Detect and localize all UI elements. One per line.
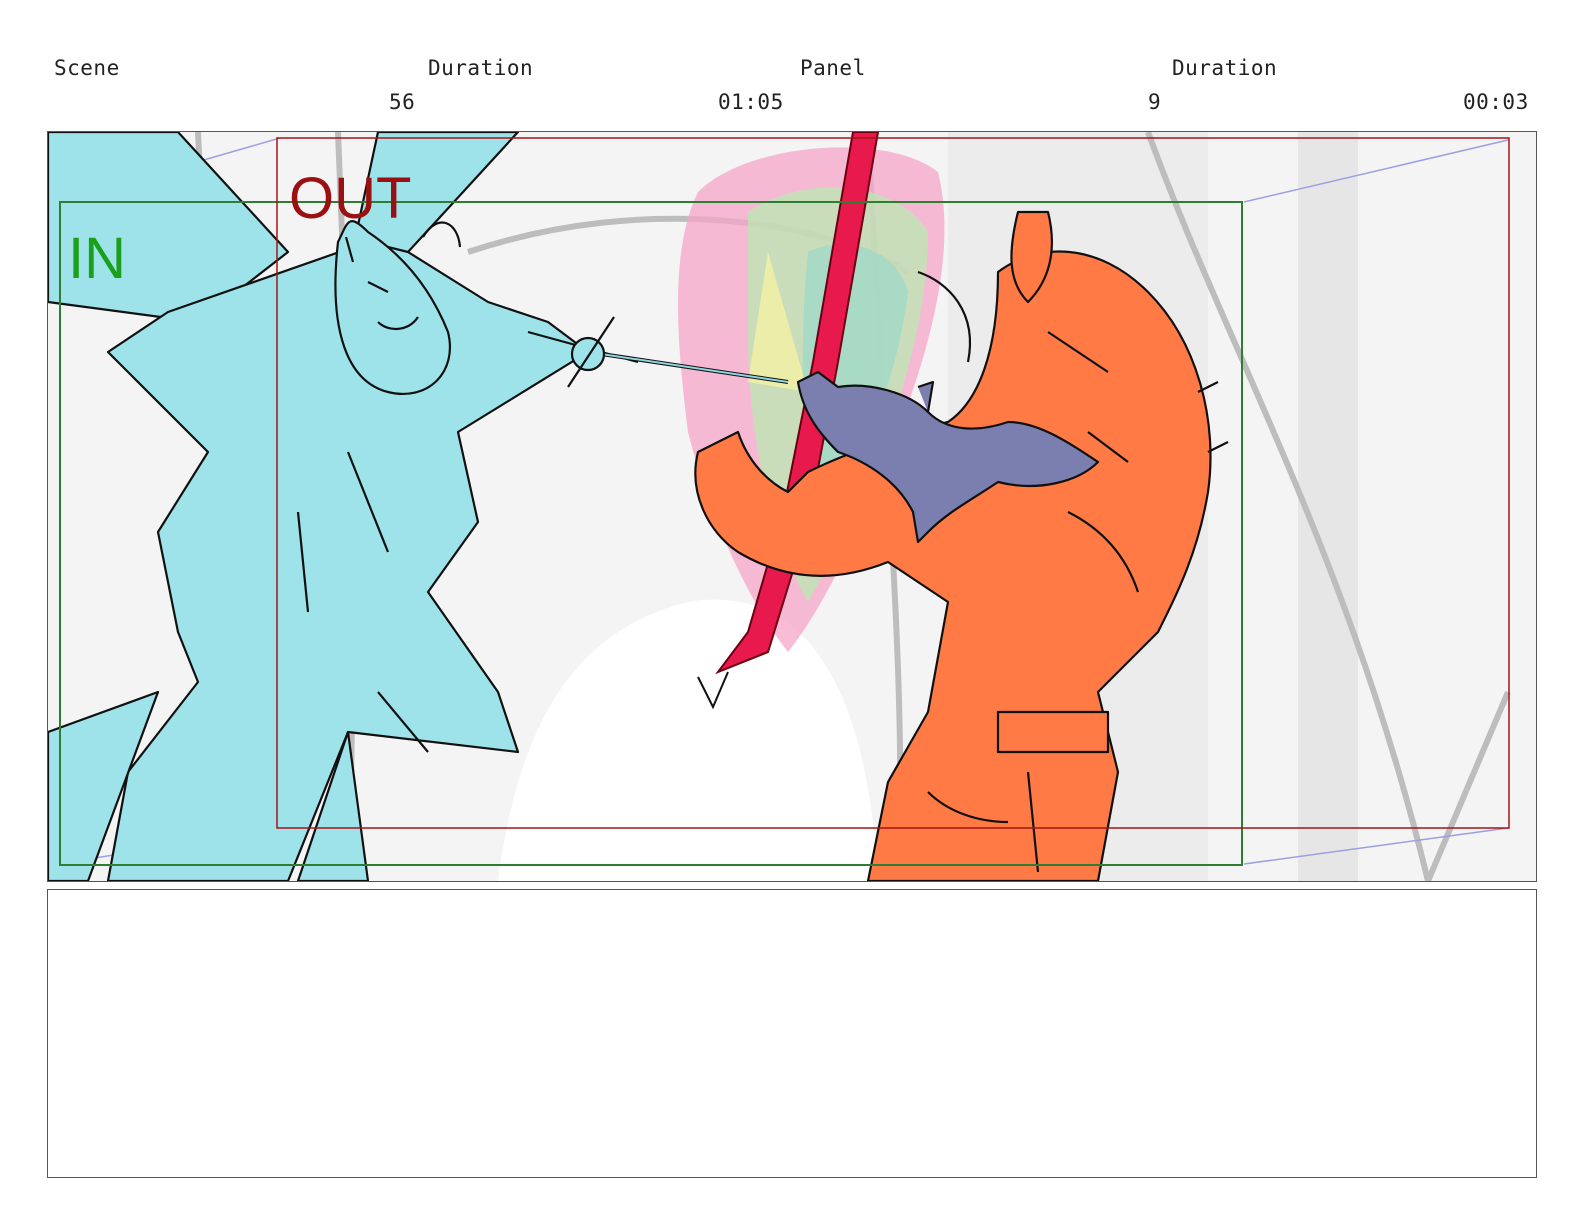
out-frame-label: OUT: [289, 166, 411, 231]
panel-label: Panel: [800, 56, 866, 80]
scene-duration-label: Duration: [428, 56, 534, 80]
panel-artwork: IN OUT: [48, 132, 1536, 881]
scene-label: Scene: [54, 56, 120, 80]
scene-duration-value: 01:05: [718, 90, 784, 114]
storyboard-panel: IN OUT: [47, 131, 1537, 882]
in-frame-label: IN: [68, 226, 126, 291]
panel-duration-value: 00:03: [1463, 90, 1529, 114]
panel-number: 9: [1148, 90, 1162, 114]
scene-number: 56: [389, 90, 416, 114]
panel-duration-label: Duration: [1172, 56, 1278, 80]
panel-notes-box[interactable]: [47, 889, 1537, 1178]
